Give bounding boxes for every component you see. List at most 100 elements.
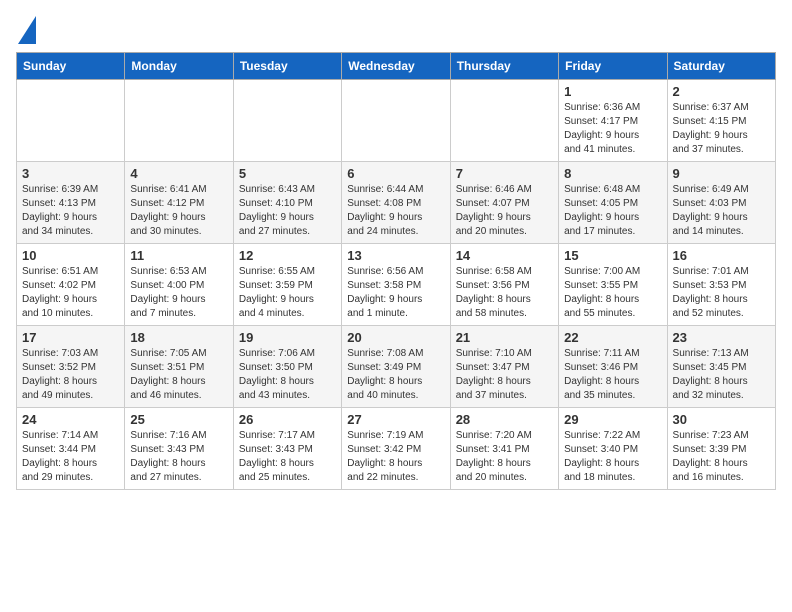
day-number: 1 xyxy=(564,84,661,99)
calendar-cell: 30 Sunrise: 7:23 AM Sunset: 3:39 PM Dayli… xyxy=(667,408,775,490)
day-info: Sunrise: 6:58 AM Sunset: 3:56 PM Dayligh… xyxy=(456,265,553,321)
day-of-week-header: Friday xyxy=(559,53,667,80)
day-number: 10 xyxy=(22,248,119,263)
day-info: Sunrise: 6:48 AM Sunset: 4:05 PM Dayligh… xyxy=(564,183,661,239)
day-info: Sunrise: 7:06 AM Sunset: 3:50 PM Dayligh… xyxy=(239,347,336,403)
day-number: 25 xyxy=(130,412,227,427)
calendar-cell xyxy=(342,80,450,162)
day-number: 6 xyxy=(347,166,444,181)
day-of-week-header: Sunday xyxy=(17,53,125,80)
day-number: 14 xyxy=(456,248,553,263)
calendar-cell: 9Sunrise: 6:49 AM Sunset: 4:03 PM Daylig… xyxy=(667,162,775,244)
day-info: Sunrise: 6:56 AM Sunset: 3:58 PM Dayligh… xyxy=(347,265,444,321)
day-number: 26 xyxy=(239,412,336,427)
calendar-cell xyxy=(125,80,233,162)
calendar-cell: 11 Sunrise: 6:53 AM Sunset: 4:00 PM Dayli… xyxy=(125,244,233,326)
day-info: Sunrise: 7:22 AM Sunset: 3:40 PM Dayligh… xyxy=(564,429,661,485)
calendar-cell: 12 Sunrise: 6:55 AM Sunset: 3:59 PM Dayli… xyxy=(233,244,341,326)
day-number: 17 xyxy=(22,330,119,345)
calendar-cell xyxy=(233,80,341,162)
day-number: 18 xyxy=(130,330,227,345)
calendar-cell: 8 Sunrise: 6:48 AM Sunset: 4:05 PM Daylig… xyxy=(559,162,667,244)
day-info: Sunrise: 6:36 AM Sunset: 4:17 PM Dayligh… xyxy=(564,101,661,157)
day-info: Sunrise: 6:49 AM Sunset: 4:03 PM Dayligh… xyxy=(673,183,770,239)
day-number: 22 xyxy=(564,330,661,345)
calendar-cell: 2Sunrise: 6:37 AM Sunset: 4:15 PM Daylig… xyxy=(667,80,775,162)
day-info: Sunrise: 7:14 AM Sunset: 3:44 PM Dayligh… xyxy=(22,429,119,485)
calendar-cell: 1 Sunrise: 6:36 AM Sunset: 4:17 PM Daylig… xyxy=(559,80,667,162)
day-of-week-header: Monday xyxy=(125,53,233,80)
day-number: 23 xyxy=(673,330,770,345)
calendar-week-row: 10Sunrise: 6:51 AM Sunset: 4:02 PM Dayli… xyxy=(17,244,776,326)
day-number: 5 xyxy=(239,166,336,181)
calendar-cell: 14 Sunrise: 6:58 AM Sunset: 3:56 PM Dayli… xyxy=(450,244,558,326)
calendar-cell: 24 Sunrise: 7:14 AM Sunset: 3:44 PM Dayli… xyxy=(17,408,125,490)
calendar-cell: 4 Sunrise: 6:41 AM Sunset: 4:12 PM Daylig… xyxy=(125,162,233,244)
day-info: Sunrise: 7:01 AM Sunset: 3:53 PM Dayligh… xyxy=(673,265,770,321)
day-info: Sunrise: 7:08 AM Sunset: 3:49 PM Dayligh… xyxy=(347,347,444,403)
day-number: 12 xyxy=(239,248,336,263)
day-number: 19 xyxy=(239,330,336,345)
header-row: SundayMondayTuesdayWednesdayThursdayFrid… xyxy=(17,53,776,80)
calendar-cell: 15Sunrise: 7:00 AM Sunset: 3:55 PM Dayli… xyxy=(559,244,667,326)
day-info: Sunrise: 7:05 AM Sunset: 3:51 PM Dayligh… xyxy=(130,347,227,403)
day-number: 11 xyxy=(130,248,227,263)
day-number: 30 xyxy=(673,412,770,427)
day-info: Sunrise: 6:39 AM Sunset: 4:13 PM Dayligh… xyxy=(22,183,119,239)
calendar-cell: 3 Sunrise: 6:39 AM Sunset: 4:13 PM Daylig… xyxy=(17,162,125,244)
day-info: Sunrise: 7:20 AM Sunset: 3:41 PM Dayligh… xyxy=(456,429,553,485)
day-info: Sunrise: 6:37 AM Sunset: 4:15 PM Dayligh… xyxy=(673,101,770,157)
day-number: 7 xyxy=(456,166,553,181)
day-info: Sunrise: 7:16 AM Sunset: 3:43 PM Dayligh… xyxy=(130,429,227,485)
day-number: 24 xyxy=(22,412,119,427)
day-number: 4 xyxy=(130,166,227,181)
day-of-week-header: Saturday xyxy=(667,53,775,80)
day-of-week-header: Wednesday xyxy=(342,53,450,80)
calendar-cell: 22 Sunrise: 7:11 AM Sunset: 3:46 PM Dayli… xyxy=(559,326,667,408)
day-number: 16 xyxy=(673,248,770,263)
day-number: 8 xyxy=(564,166,661,181)
day-info: Sunrise: 6:44 AM Sunset: 4:08 PM Dayligh… xyxy=(347,183,444,239)
calendar-week-row: 3 Sunrise: 6:39 AM Sunset: 4:13 PM Daylig… xyxy=(17,162,776,244)
day-number: 21 xyxy=(456,330,553,345)
day-number: 27 xyxy=(347,412,444,427)
calendar-cell: 27 Sunrise: 7:19 AM Sunset: 3:42 PM Dayli… xyxy=(342,408,450,490)
calendar-cell: 21 Sunrise: 7:10 AM Sunset: 3:47 PM Dayli… xyxy=(450,326,558,408)
day-number: 3 xyxy=(22,166,119,181)
calendar-cell: 6 Sunrise: 6:44 AM Sunset: 4:08 PM Daylig… xyxy=(342,162,450,244)
day-info: Sunrise: 6:43 AM Sunset: 4:10 PM Dayligh… xyxy=(239,183,336,239)
day-number: 20 xyxy=(347,330,444,345)
day-info: Sunrise: 7:00 AM Sunset: 3:55 PM Dayligh… xyxy=(564,265,661,321)
day-info: Sunrise: 6:55 AM Sunset: 3:59 PM Dayligh… xyxy=(239,265,336,321)
day-number: 29 xyxy=(564,412,661,427)
day-info: Sunrise: 6:41 AM Sunset: 4:12 PM Dayligh… xyxy=(130,183,227,239)
day-info: Sunrise: 6:53 AM Sunset: 4:00 PM Dayligh… xyxy=(130,265,227,321)
calendar-cell: 17 Sunrise: 7:03 AM Sunset: 3:52 PM Dayli… xyxy=(17,326,125,408)
day-info: Sunrise: 7:17 AM Sunset: 3:43 PM Dayligh… xyxy=(239,429,336,485)
calendar-cell: 10Sunrise: 6:51 AM Sunset: 4:02 PM Dayli… xyxy=(17,244,125,326)
calendar-cell: 18 Sunrise: 7:05 AM Sunset: 3:51 PM Dayli… xyxy=(125,326,233,408)
calendar-week-row: 24 Sunrise: 7:14 AM Sunset: 3:44 PM Dayli… xyxy=(17,408,776,490)
day-info: Sunrise: 7:19 AM Sunset: 3:42 PM Dayligh… xyxy=(347,429,444,485)
calendar-cell: 7 Sunrise: 6:46 AM Sunset: 4:07 PM Daylig… xyxy=(450,162,558,244)
day-number: 28 xyxy=(456,412,553,427)
calendar-cell: 5 Sunrise: 6:43 AM Sunset: 4:10 PM Daylig… xyxy=(233,162,341,244)
day-info: Sunrise: 7:23 AM Sunset: 3:39 PM Dayligh… xyxy=(673,429,770,485)
logo-triangle-icon xyxy=(18,16,36,44)
calendar-cell: 13 Sunrise: 6:56 AM Sunset: 3:58 PM Dayli… xyxy=(342,244,450,326)
calendar-cell: 26 Sunrise: 7:17 AM Sunset: 3:43 PM Dayli… xyxy=(233,408,341,490)
day-info: Sunrise: 7:03 AM Sunset: 3:52 PM Dayligh… xyxy=(22,347,119,403)
calendar-week-row: 1 Sunrise: 6:36 AM Sunset: 4:17 PM Daylig… xyxy=(17,80,776,162)
calendar-header: SundayMondayTuesdayWednesdayThursdayFrid… xyxy=(17,53,776,80)
calendar-cell: 25 Sunrise: 7:16 AM Sunset: 3:43 PM Dayli… xyxy=(125,408,233,490)
day-info: Sunrise: 7:13 AM Sunset: 3:45 PM Dayligh… xyxy=(673,347,770,403)
calendar-cell xyxy=(17,80,125,162)
day-info: Sunrise: 7:10 AM Sunset: 3:47 PM Dayligh… xyxy=(456,347,553,403)
page-header xyxy=(16,16,776,44)
day-number: 13 xyxy=(347,248,444,263)
calendar-cell: 20 Sunrise: 7:08 AM Sunset: 3:49 PM Dayli… xyxy=(342,326,450,408)
day-info: Sunrise: 6:46 AM Sunset: 4:07 PM Dayligh… xyxy=(456,183,553,239)
day-info: Sunrise: 7:11 AM Sunset: 3:46 PM Dayligh… xyxy=(564,347,661,403)
calendar-table: SundayMondayTuesdayWednesdayThursdayFrid… xyxy=(16,52,776,490)
logo xyxy=(16,16,36,44)
